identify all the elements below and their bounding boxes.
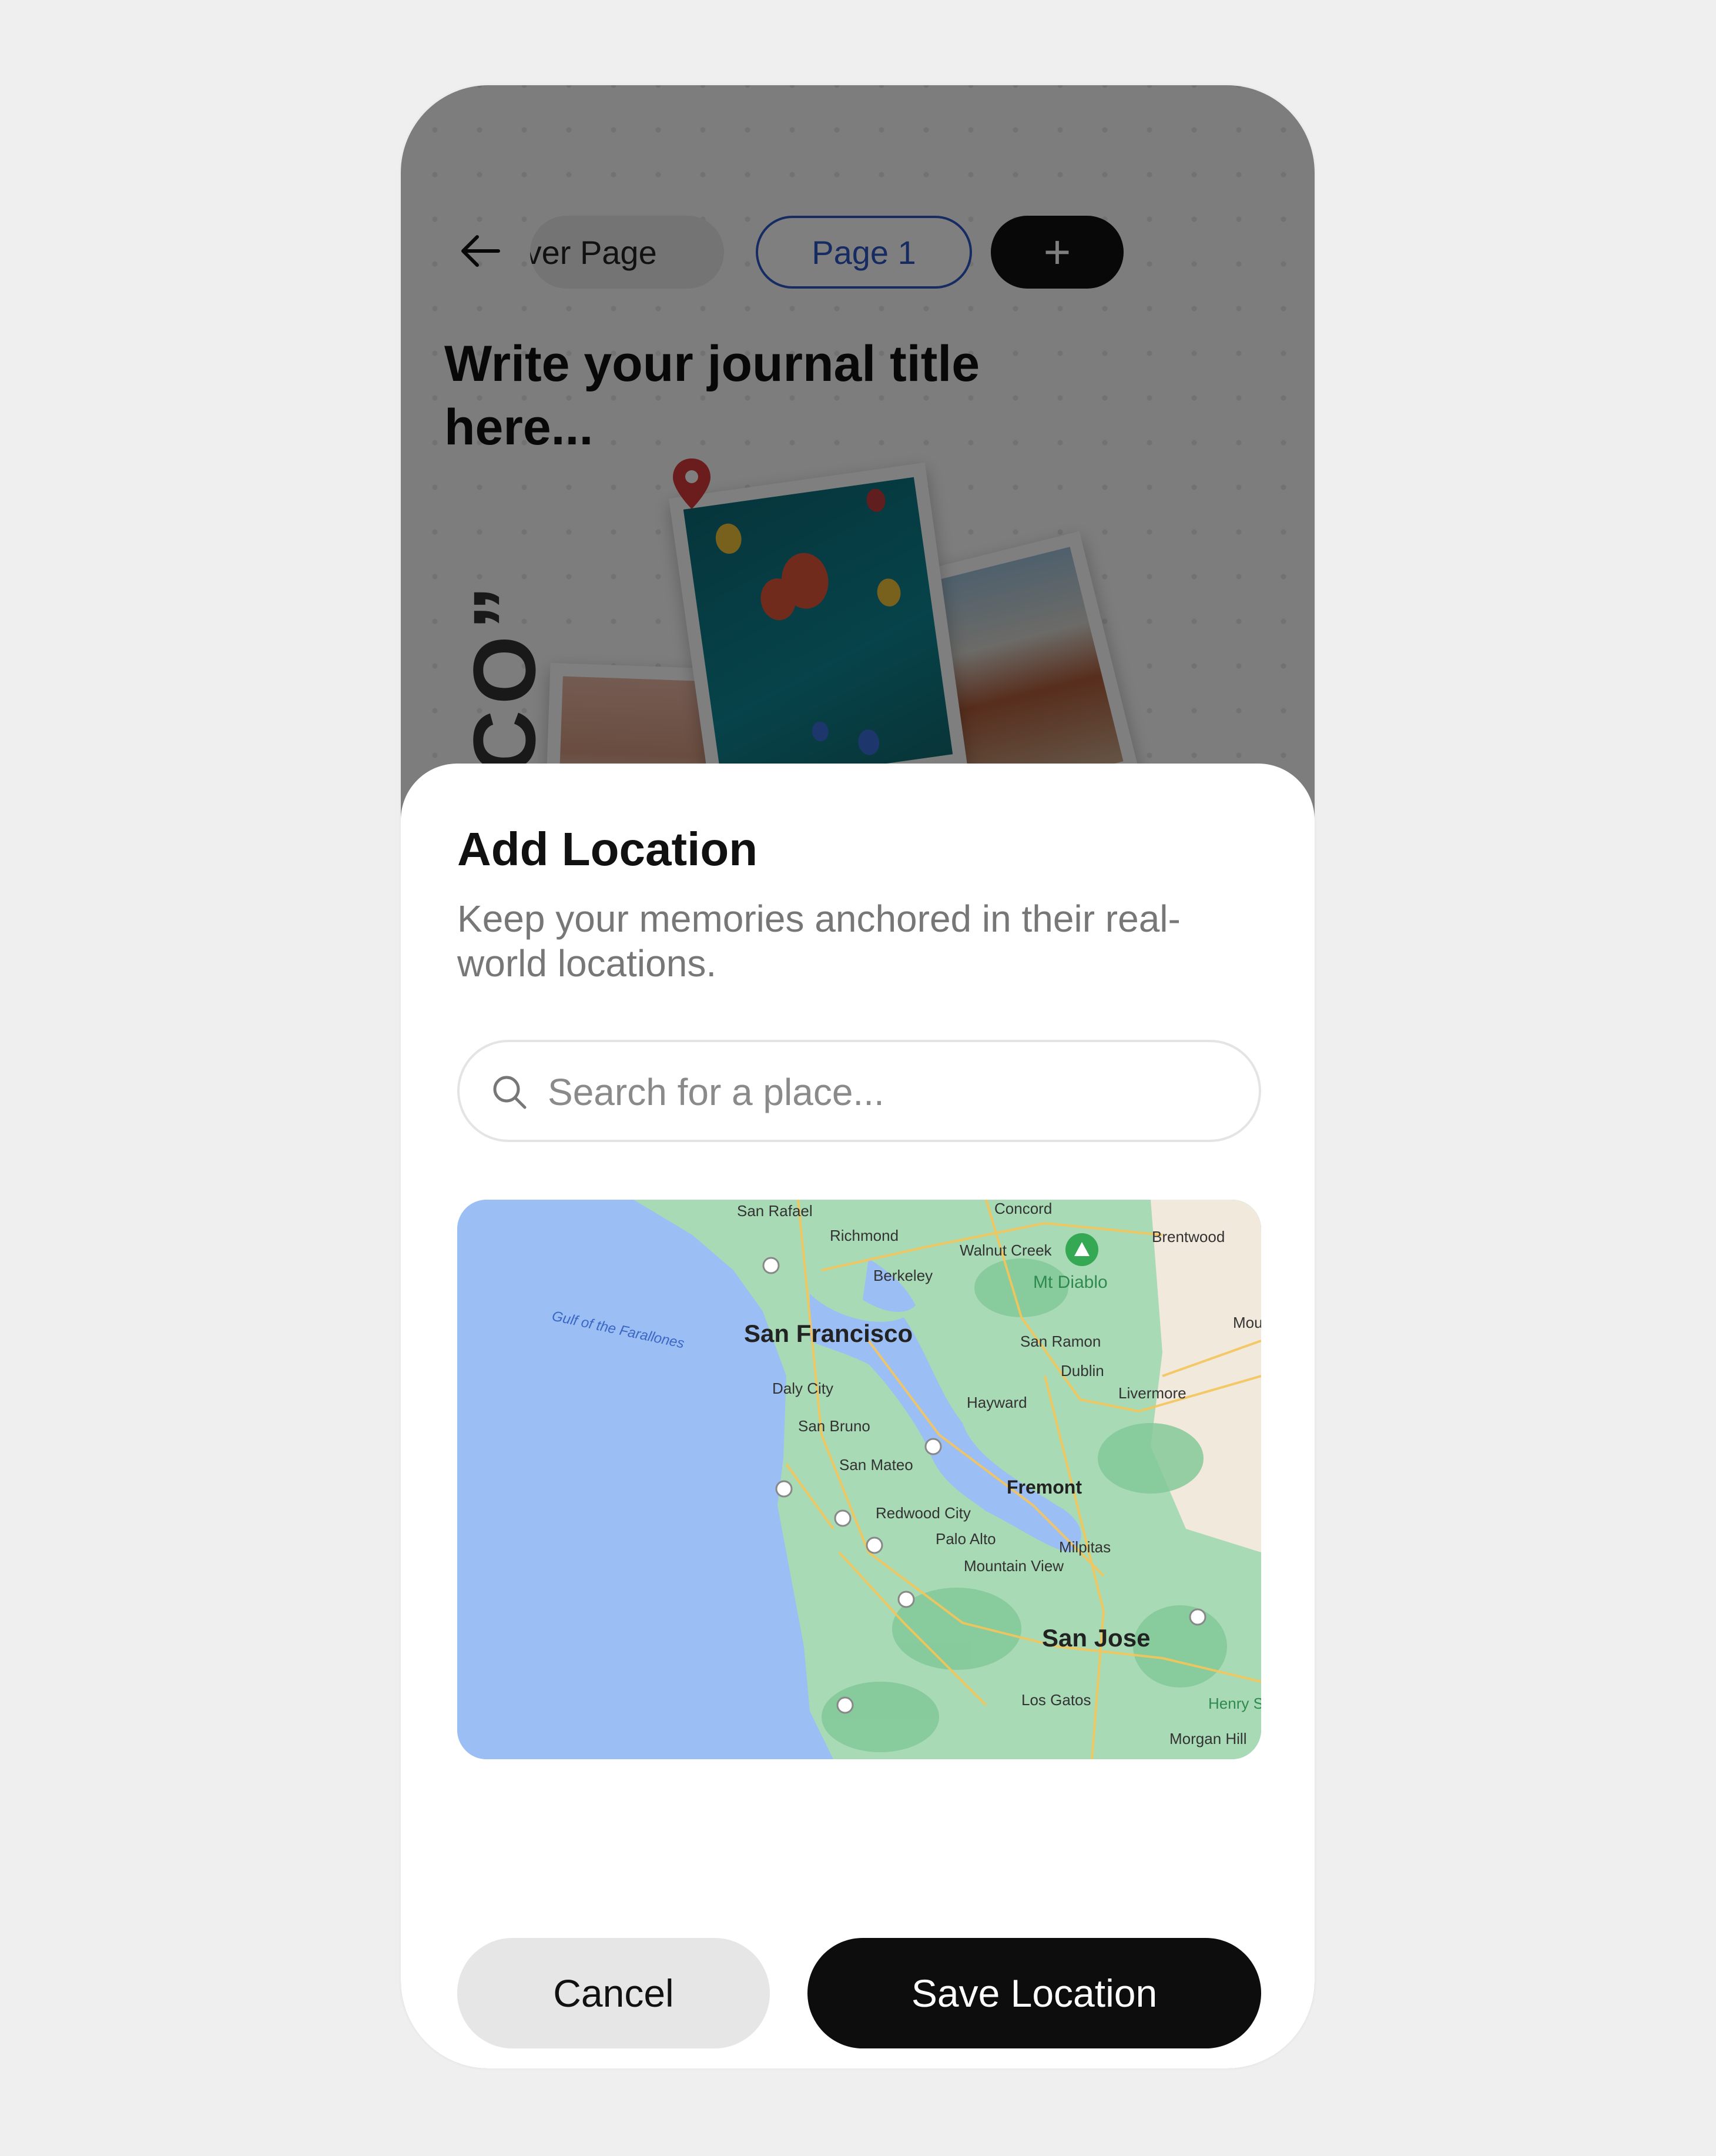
cancel-button[interactable]: Cancel [457,1938,770,2048]
map-poi-marker-icon [1065,1233,1098,1266]
map-label-richmond: Richmond [830,1227,899,1244]
map-label-san-francisco: San Francisco [744,1320,913,1347]
map-label-mountain-view: Mountain View [964,1557,1064,1575]
map-label-redwood-city: Redwood City [876,1504,971,1522]
map-canvas: Gulf of the Farallones San Francisco San… [457,1200,1261,1759]
map-label-san-mateo: San Mateo [839,1456,913,1474]
map-label-mt-diablo: Mt Diablo [1033,1273,1108,1292]
map-label-concord: Concord [994,1200,1052,1217]
sheet-title: Add Location [457,823,758,875]
add-location-sheet: Add Location Keep your memories anchored… [401,764,1315,2068]
search-input[interactable] [548,1066,1224,1119]
phone-frame: Cover Page Page 1 + Write your journal t… [399,83,1316,2070]
map-label-san-jose: San Jose [1042,1624,1150,1652]
map-label-los-gatos: Los Gatos [1021,1691,1091,1709]
map-label-san-rafael: San Rafael [737,1202,813,1220]
map-label-walnut-creek: Walnut Creek [960,1241,1053,1259]
map-label-mou-ho: Mou Ho [1233,1314,1261,1331]
search-field[interactable] [457,1040,1261,1142]
map-label-palo-alto: Palo Alto [936,1530,996,1548]
map-label-fremont: Fremont [1007,1477,1082,1498]
location-map[interactable]: Gulf of the Farallones San Francisco San… [457,1200,1261,1759]
map-label-hayward: Hayward [967,1394,1027,1411]
map-label-san-bruno: San Bruno [798,1417,870,1435]
map-label-henry-state: Henry State [1208,1695,1261,1712]
map-label-daly-city: Daly City [772,1380,833,1397]
map-label-milpitas: Milpitas [1059,1538,1111,1556]
map-label-livermore: Livermore [1118,1384,1187,1402]
search-icon [493,1076,527,1109]
map-label-brentwood: Brentwood [1152,1228,1225,1246]
map-label-berkeley: Berkeley [873,1267,933,1284]
map-label-dublin: Dublin [1061,1362,1104,1380]
save-location-button[interactable]: Save Location [807,1938,1261,2048]
sheet-subtitle: Keep your memories anchored in their rea… [457,898,1181,985]
map-label-san-ramon: San Ramon [1020,1333,1101,1350]
map-label-morgan-hill: Morgan Hill [1169,1730,1247,1747]
